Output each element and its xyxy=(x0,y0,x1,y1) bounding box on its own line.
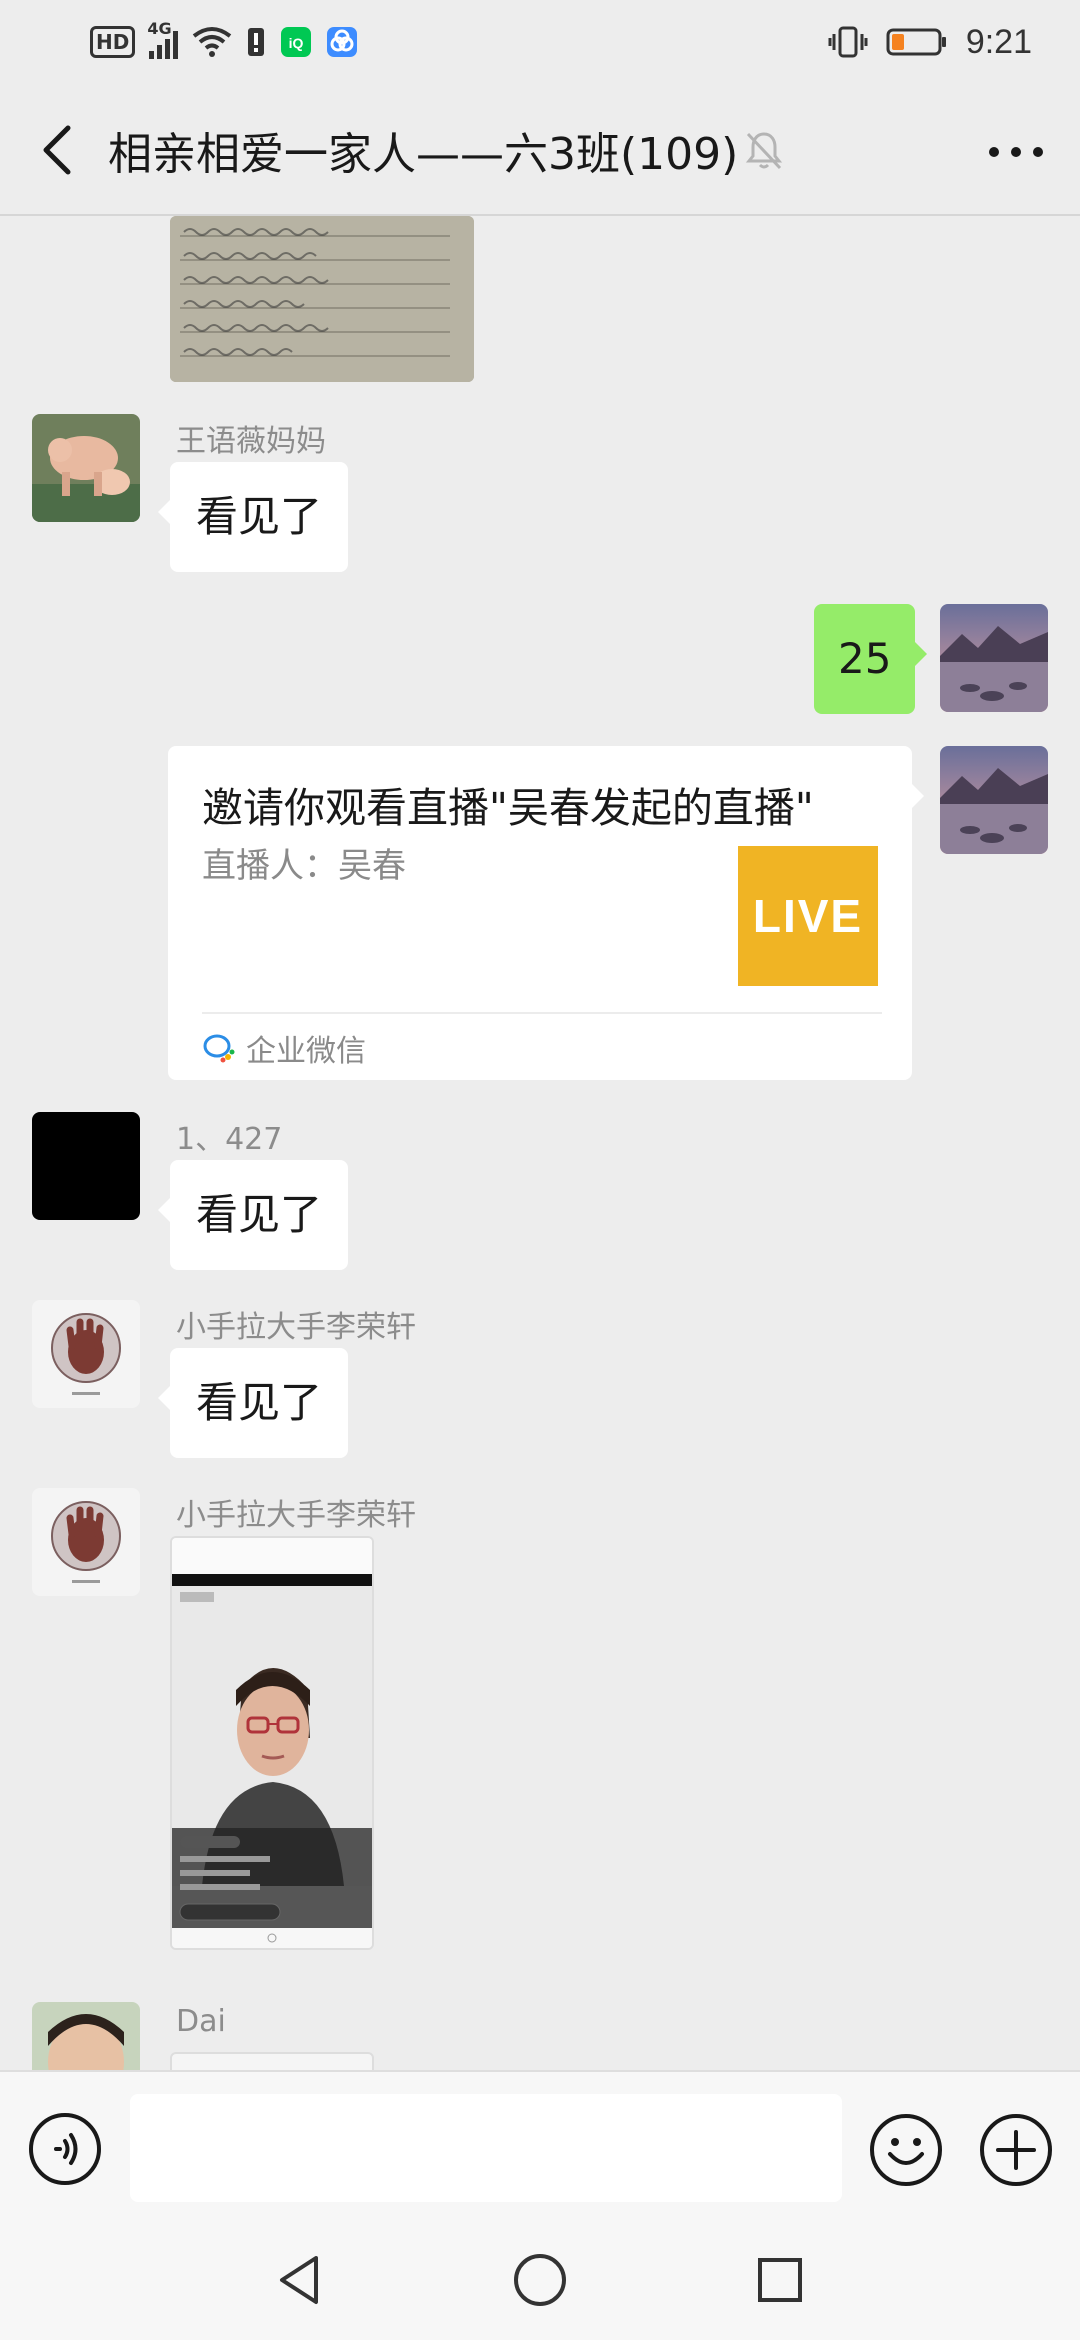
card-source-label: 企业微信 xyxy=(246,1034,366,1069)
child-face-avatar-image xyxy=(32,2002,140,2070)
voice-input-icon[interactable] xyxy=(28,2112,102,2186)
nav-back-triangle-icon[interactable] xyxy=(270,2250,330,2310)
message-bubble[interactable]: 看见了 xyxy=(157,1160,349,1270)
live-badge-thumbnail: LIVE xyxy=(738,846,878,986)
sender-name: 小手拉大手李荣轩 xyxy=(176,1498,416,1533)
photo-message[interactable] xyxy=(170,2052,374,2070)
chat-header: 相亲相爱一家人——六3班(109) xyxy=(0,84,1080,216)
message-list[interactable]: 王语薇妈妈 看见了 25 邀请你观看直播"吴春发起的直播" 直播人：吴春 LIV… xyxy=(0,216,1080,2070)
muted-bell-icon xyxy=(745,132,783,170)
self-avatar[interactable] xyxy=(940,746,1048,854)
battery-icon xyxy=(886,28,946,56)
self-avatar[interactable] xyxy=(940,604,1048,712)
alert-icon xyxy=(248,28,265,56)
card-title: 邀请你观看直播"吴春发起的直播" xyxy=(202,784,814,832)
status-bar: HD 4G iQ 9:21 xyxy=(0,0,1080,84)
svg-text:iQ: iQ xyxy=(289,35,304,51)
handprint-avatar-image xyxy=(32,1300,140,1408)
status-left-icons: HD 4G iQ xyxy=(90,19,358,62)
avatar-li[interactable] xyxy=(32,1300,140,1408)
system-nav-bar xyxy=(0,2220,1080,2340)
chat-title: 相亲相爱一家人——六3班(109) xyxy=(108,129,739,180)
pig-figurine-avatar-image xyxy=(32,414,140,522)
signal-icon: 4G xyxy=(147,19,179,59)
livestream-screenshot-image xyxy=(172,1538,372,1948)
sender-name: Dai xyxy=(176,2004,226,2039)
app-notification-icon xyxy=(327,27,358,57)
live-invite-card[interactable]: 邀请你观看直播"吴春发起的直播" 直播人：吴春 LIVE 企业微信 xyxy=(168,746,924,1080)
chat-input-bar xyxy=(0,2070,1080,2220)
more-options-button[interactable] xyxy=(980,124,1052,180)
chevron-left-icon xyxy=(43,125,71,175)
emoji-icon[interactable] xyxy=(868,2112,944,2188)
sender-name: 王语薇妈妈 xyxy=(176,424,326,459)
avatar-wang[interactable] xyxy=(32,414,140,522)
back-button[interactable] xyxy=(26,120,86,180)
nav-recents-square-icon[interactable] xyxy=(750,2250,810,2310)
hd-badge: HD xyxy=(90,26,136,58)
chat-screen: HD 4G iQ 9:21 相亲相爱一家人——六3班(109) 王语薇妈妈 看见… xyxy=(0,0,1080,2340)
wecom-logo-icon xyxy=(203,1034,235,1063)
card-divider xyxy=(202,1012,882,1014)
notebook-photo-image xyxy=(170,216,474,382)
card-source: 企业微信 xyxy=(202,1024,366,1072)
mountain-lake-avatar-image xyxy=(940,746,1048,854)
mountain-lake-avatar-image xyxy=(940,604,1048,712)
plus-icon[interactable] xyxy=(978,2112,1054,2188)
message-bubble[interactable]: 看见了 xyxy=(157,462,349,572)
avatar-427[interactable] xyxy=(32,1112,140,1220)
vibrate-icon xyxy=(828,26,868,58)
status-right-icons: 9:21 xyxy=(828,22,1032,62)
avatar-li[interactable] xyxy=(32,1488,140,1596)
iqiyi-app-icon: iQ xyxy=(281,27,312,57)
notebook-photo-message[interactable] xyxy=(170,216,474,382)
message-input[interactable] xyxy=(130,2094,842,2202)
sender-name: 小手拉大手李荣轩 xyxy=(176,1310,416,1345)
handprint-avatar-image xyxy=(32,1488,140,1596)
screenshot-photo-message[interactable] xyxy=(170,1536,374,1950)
card-host: 直播人：吴春 xyxy=(202,846,406,886)
more-dots-icon xyxy=(989,147,1043,157)
clock: 9:21 xyxy=(965,22,1032,61)
nav-home-circle-icon[interactable] xyxy=(510,2250,570,2310)
self-message-bubble[interactable]: 25 xyxy=(814,604,928,714)
sender-name: 1、427 xyxy=(176,1122,283,1157)
wifi-icon xyxy=(193,27,232,57)
message-bubble[interactable]: 看见了 xyxy=(157,1348,349,1458)
signal-label: 4G xyxy=(147,19,172,38)
avatar-dai[interactable] xyxy=(32,2002,140,2070)
